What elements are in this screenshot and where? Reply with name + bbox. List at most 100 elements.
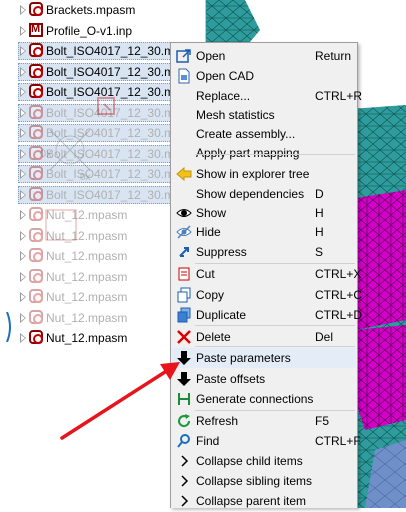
menu-item-shortcut: CTRL+F — [315, 434, 361, 448]
assembly-icon — [29, 330, 43, 344]
tree-item[interactable]: Brackets.mpasm — [0, 0, 205, 20]
refresh-icon — [176, 413, 192, 429]
expand-arrow-icon[interactable] — [20, 292, 26, 302]
assembly-icon — [29, 63, 43, 78]
menu-item-paste-offsets[interactable]: Paste offsets — [172, 369, 356, 389]
menu-item-label: Generate connections — [196, 392, 314, 406]
expand-arrow-icon[interactable] — [20, 230, 26, 241]
menu-item-label: Replace... — [196, 89, 251, 103]
menu-item-label: Show — [196, 206, 227, 220]
menu-item-label: Show dependencies — [196, 187, 305, 201]
menu-item-copy[interactable]: Copy CTRL+C — [172, 285, 362, 305]
menu-item-collapse-parent-item[interactable]: Collapse parent item — [172, 491, 356, 511]
menu-item-shortcut: Return — [315, 49, 352, 63]
connections-icon — [176, 391, 192, 407]
ghost-label-1: 0x — [40, 148, 52, 160]
tree-item-label: Profile_O-v1.inp — [46, 23, 133, 38]
menu-item-label: Cut — [196, 267, 215, 281]
menu-item-replace[interactable]: Replace... CTRL+R — [172, 86, 362, 106]
ghost-label-2: 0x — [80, 172, 91, 183]
menu-item-collapse-child-items[interactable]: Collapse child items — [172, 451, 356, 471]
menu-item-shortcut: D — [315, 187, 324, 201]
chevron-right-icon — [176, 453, 192, 469]
expand-arrow-icon[interactable] — [20, 148, 26, 159]
mesh-file-icon — [29, 22, 43, 37]
menu-item-show-dependencies[interactable]: Show dependencies D — [172, 184, 356, 204]
eye-crossed-icon — [176, 224, 192, 240]
menu-item-find[interactable]: Find CTRL+F — [172, 431, 361, 451]
expand-arrow-icon[interactable] — [20, 189, 26, 200]
menu-item-label: Hide — [196, 225, 221, 239]
eye-icon — [176, 205, 192, 221]
copy-icon — [176, 287, 192, 303]
open-external-icon — [176, 48, 192, 64]
tree-item[interactable]: Profile_O-v1.inp — [0, 21, 205, 41]
assembly-icon — [29, 309, 43, 324]
menu-item-generate-connections[interactable]: Generate connections — [172, 389, 356, 409]
menu-separator — [195, 324, 355, 326]
menu-item-label: Paste parameters — [196, 351, 291, 365]
assembly-icon — [29, 2, 43, 16]
menu-item-cut[interactable]: Cut CTRL+X — [172, 264, 361, 284]
tree-item-label: Brackets.mpasm — [46, 3, 136, 17]
menu-item-open-cad[interactable]: Open CAD — [172, 66, 356, 86]
tree-item-label: Nut_12.mpasm — [46, 331, 128, 345]
menu-item-hide[interactable]: Hide H — [172, 222, 356, 242]
expand-arrow-icon[interactable] — [20, 210, 26, 220]
expand-arrow-icon[interactable] — [20, 271, 26, 282]
menu-item-label: Collapse child items — [196, 454, 303, 468]
expand-arrow-icon[interactable] — [20, 66, 26, 77]
menu-item-refresh[interactable]: Refresh F5 — [172, 411, 356, 431]
expand-arrow-icon[interactable] — [20, 25, 26, 36]
menu-item-paste-parameters[interactable]: Paste parameters — [172, 348, 356, 368]
menu-item-label: Find — [196, 434, 220, 448]
menu-item-label: Paste offsets — [196, 372, 266, 386]
menu-item-shortcut: CTRL+R — [315, 89, 363, 103]
arrow-left-icon — [176, 166, 192, 182]
cad-file-icon — [176, 68, 192, 84]
menu-item-label: Refresh — [196, 414, 239, 428]
menu-item-label: Copy — [196, 288, 225, 302]
expand-arrow-icon[interactable] — [20, 107, 26, 118]
menu-item-delete[interactable]: Delete Del — [172, 327, 356, 347]
expand-arrow-icon[interactable] — [20, 46, 26, 56]
menu-item-show[interactable]: Show H — [172, 203, 356, 223]
menu-item-create-assembly[interactable]: Create assembly... — [172, 124, 356, 144]
delete-x-icon — [176, 329, 192, 345]
menu-item-show-in-explorer-tree[interactable]: Show in explorer tree — [172, 164, 356, 184]
menu-item-suppress[interactable]: Suppress S — [172, 242, 356, 262]
arrow-down-black-icon — [176, 350, 192, 366]
context-menu[interactable]: Open Return Open CAD Replace... CTRL+R Mesh s… — [170, 42, 362, 511]
search-icon — [176, 433, 192, 449]
expand-arrow-icon[interactable] — [20, 128, 26, 138]
drag-ghost: 0x 0x — [30, 90, 150, 293]
expand-arrow-icon[interactable] — [20, 333, 26, 343]
menu-item-label: Duplicate — [196, 308, 247, 322]
menu-item-shortcut: F5 — [315, 414, 330, 428]
menu-separator — [195, 345, 355, 347]
menu-item-open[interactable]: Open Return — [172, 46, 356, 66]
menu-separator — [195, 153, 355, 155]
expand-arrow-icon[interactable] — [20, 169, 26, 179]
menu-item-shortcut: CTRL+D — [315, 308, 363, 322]
expand-arrow-icon[interactable] — [20, 251, 26, 261]
menu-item-label: Mesh statistics — [196, 108, 275, 122]
arrow-down-black-icon — [176, 371, 192, 387]
expand-arrow-icon[interactable] — [20, 312, 26, 323]
expand-arrow-icon[interactable] — [20, 87, 26, 97]
menu-item-shortcut: H — [315, 206, 324, 220]
chevron-right-icon — [176, 493, 192, 509]
menu-item-label: Delete — [196, 330, 231, 344]
menu-item-label: Collapse sibling items — [196, 474, 313, 488]
menu-item-shortcut: CTRL+C — [315, 288, 363, 302]
menu-item-shortcut: CTRL+X — [315, 267, 362, 281]
menu-item-label: Create assembly... — [196, 127, 296, 141]
menu-item-duplicate[interactable]: Duplicate CTRL+D — [172, 305, 362, 325]
chevron-right-icon — [176, 473, 192, 489]
expand-arrow-icon[interactable] — [20, 5, 26, 15]
menu-item-label: Show in explorer tree — [196, 167, 310, 181]
menu-item-label: Collapse parent item — [196, 494, 307, 508]
menu-item-mesh-statistics[interactable]: Mesh statistics — [172, 105, 356, 125]
menu-item-collapse-sibling-items[interactable]: Collapse sibling items — [172, 471, 356, 491]
suppress-icon — [176, 244, 192, 260]
